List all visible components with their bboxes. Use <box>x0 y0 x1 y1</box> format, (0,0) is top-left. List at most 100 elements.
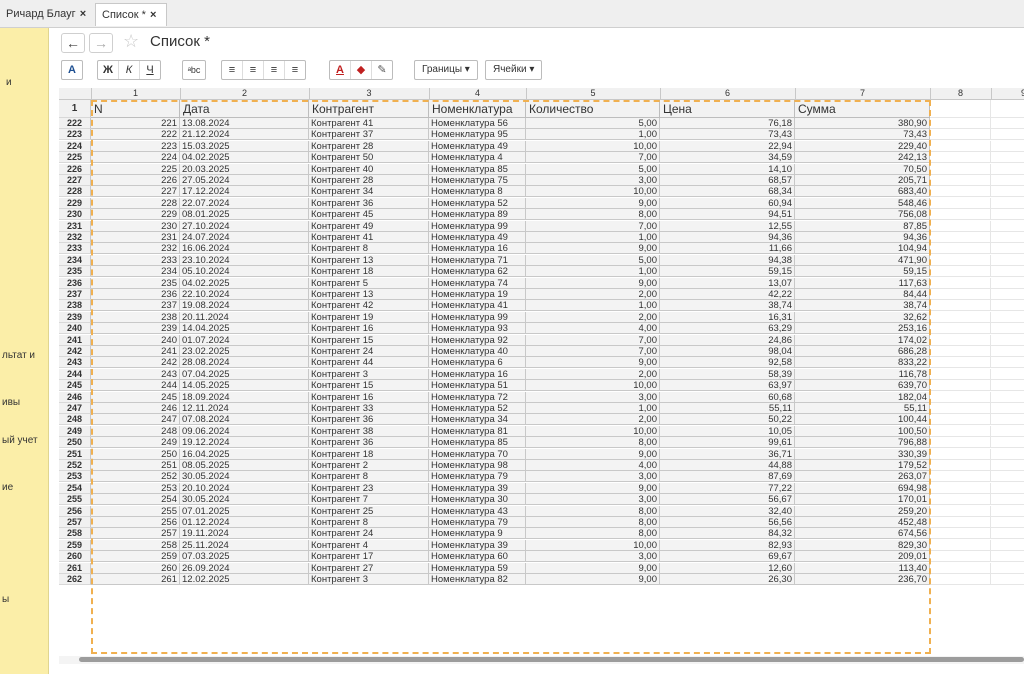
table-cell[interactable]: 3,00 <box>526 175 660 186</box>
table-cell[interactable]: 07.04.2025 <box>180 368 309 380</box>
empty-cell[interactable] <box>991 482 1024 494</box>
table-cell[interactable]: 38,74 <box>795 300 930 312</box>
table-cell[interactable]: 14,10 <box>660 163 795 175</box>
table-cell[interactable]: 56,56 <box>660 517 795 528</box>
table-cell[interactable]: 38,74 <box>660 300 795 312</box>
table-cell[interactable]: 1,00 <box>526 266 660 278</box>
table-cell[interactable]: 2,00 <box>526 311 660 323</box>
table-cell[interactable]: 04.02.2025 <box>180 277 309 289</box>
table-cell[interactable]: 12,60 <box>660 562 795 574</box>
empty-cell[interactable] <box>930 539 991 551</box>
table-cell[interactable]: Контрагент 8 <box>309 517 429 528</box>
table-cell[interactable]: 9,00 <box>526 357 660 369</box>
table-cell[interactable]: 694,98 <box>795 482 930 494</box>
table-cell[interactable]: Контрагент 3 <box>309 574 429 585</box>
table-cell[interactable]: 69,67 <box>660 551 795 563</box>
row-number[interactable]: 240 <box>59 323 91 335</box>
empty-cell[interactable] <box>991 220 1024 232</box>
table-cell[interactable]: 8,00 <box>526 505 660 517</box>
table-cell[interactable]: 26,30 <box>660 574 795 585</box>
table-cell[interactable]: 257 <box>91 528 180 540</box>
table-cell[interactable]: 224 <box>91 152 180 164</box>
row-number[interactable]: 226 <box>59 163 91 175</box>
table-cell[interactable]: Номенклатура 60 <box>429 551 526 563</box>
table-cell[interactable]: 19.12.2024 <box>180 437 309 449</box>
empty-cell[interactable] <box>991 311 1024 323</box>
table-cell[interactable]: 3,00 <box>526 471 660 483</box>
table-cell[interactable]: 258 <box>91 539 180 551</box>
table-cell[interactable]: Контрагент 19 <box>309 311 429 323</box>
column-header[interactable]: 6 <box>660 88 796 99</box>
column-header[interactable]: 5 <box>526 88 661 99</box>
empty-cell[interactable] <box>930 448 991 460</box>
empty-cell[interactable] <box>930 414 991 426</box>
table-cell[interactable]: Контрагент 16 <box>309 391 429 403</box>
empty-cell[interactable] <box>991 551 1024 563</box>
table-cell[interactable]: 20.10.2024 <box>180 482 309 494</box>
table-cell[interactable]: 8,00 <box>526 437 660 449</box>
table-cell[interactable]: 92,58 <box>660 357 795 369</box>
table-cell[interactable]: Контрагент 8 <box>309 243 429 255</box>
row-number[interactable]: 228 <box>59 186 91 198</box>
table-cell[interactable]: 25.11.2024 <box>180 539 309 551</box>
table-cell[interactable]: 08.05.2025 <box>180 460 309 471</box>
empty-cell[interactable] <box>991 277 1024 289</box>
table-cell[interactable]: 94,36 <box>660 232 795 243</box>
empty-cell[interactable] <box>991 289 1024 300</box>
empty-cell[interactable] <box>991 357 1024 369</box>
header-cell[interactable]: Контрагент <box>309 100 429 118</box>
table-cell[interactable]: 55,11 <box>660 403 795 414</box>
table-cell[interactable]: 222 <box>91 129 180 141</box>
empty-cell[interactable] <box>991 414 1024 426</box>
table-cell[interactable]: Номенклатура 99 <box>429 311 526 323</box>
empty-cell[interactable] <box>991 232 1024 243</box>
cells-dropdown[interactable]: Ячейки ▾ <box>485 60 543 80</box>
empty-cell[interactable] <box>991 562 1024 574</box>
row-number[interactable]: 254 <box>59 482 91 494</box>
table-cell[interactable]: 174,02 <box>795 334 930 346</box>
sidebar-item[interactable]: ивы <box>2 397 20 408</box>
align-right-icon[interactable]: ≡ <box>264 61 285 79</box>
empty-cell[interactable] <box>991 209 1024 221</box>
column-header[interactable]: 8 <box>930 88 992 99</box>
table-cell[interactable]: 82,93 <box>660 539 795 551</box>
empty-cell[interactable] <box>930 437 991 449</box>
empty-cell[interactable] <box>991 266 1024 278</box>
table-cell[interactable]: 251 <box>91 460 180 471</box>
empty-cell[interactable] <box>930 323 991 335</box>
table-cell[interactable]: Номенклатура 52 <box>429 403 526 414</box>
table-cell[interactable]: 68,57 <box>660 175 795 186</box>
empty-cell[interactable] <box>991 186 1024 198</box>
text-format-button[interactable]: ᵃbc <box>182 60 206 80</box>
table-cell[interactable]: Номенклатура 79 <box>429 517 526 528</box>
table-cell[interactable]: 22.07.2024 <box>180 197 309 209</box>
table-cell[interactable]: 256 <box>91 517 180 528</box>
table-cell[interactable]: 11,66 <box>660 243 795 255</box>
row-number[interactable]: 223 <box>59 129 91 141</box>
table-cell[interactable]: 253,16 <box>795 323 930 335</box>
empty-cell[interactable] <box>930 334 991 346</box>
table-cell[interactable]: 4,00 <box>526 460 660 471</box>
empty-cell[interactable] <box>930 460 991 471</box>
empty-cell[interactable] <box>991 505 1024 517</box>
row-number[interactable]: 245 <box>59 380 91 392</box>
table-cell[interactable]: 56,67 <box>660 494 795 506</box>
table-cell[interactable]: 18.09.2024 <box>180 391 309 403</box>
table-cell[interactable]: Номенклатура 89 <box>429 209 526 221</box>
table-cell[interactable]: 796,88 <box>795 437 930 449</box>
table-cell[interactable]: 243 <box>91 368 180 380</box>
table-cell[interactable]: 247 <box>91 414 180 426</box>
table-cell[interactable]: 14.04.2025 <box>180 323 309 335</box>
empty-cell[interactable] <box>930 505 991 517</box>
table-cell[interactable]: 32,40 <box>660 505 795 517</box>
empty-cell[interactable] <box>991 254 1024 266</box>
table-cell[interactable]: Номенклатура 4 <box>429 152 526 164</box>
table-cell[interactable]: Контрагент 8 <box>309 471 429 483</box>
empty-cell[interactable] <box>930 266 991 278</box>
scrollbar-thumb[interactable] <box>79 657 1024 662</box>
table-cell[interactable]: 73,43 <box>660 129 795 141</box>
table-cell[interactable]: 9,00 <box>526 448 660 460</box>
row-number[interactable]: 230 <box>59 209 91 221</box>
table-cell[interactable]: 229,40 <box>795 140 930 152</box>
table-cell[interactable]: 9,00 <box>526 482 660 494</box>
